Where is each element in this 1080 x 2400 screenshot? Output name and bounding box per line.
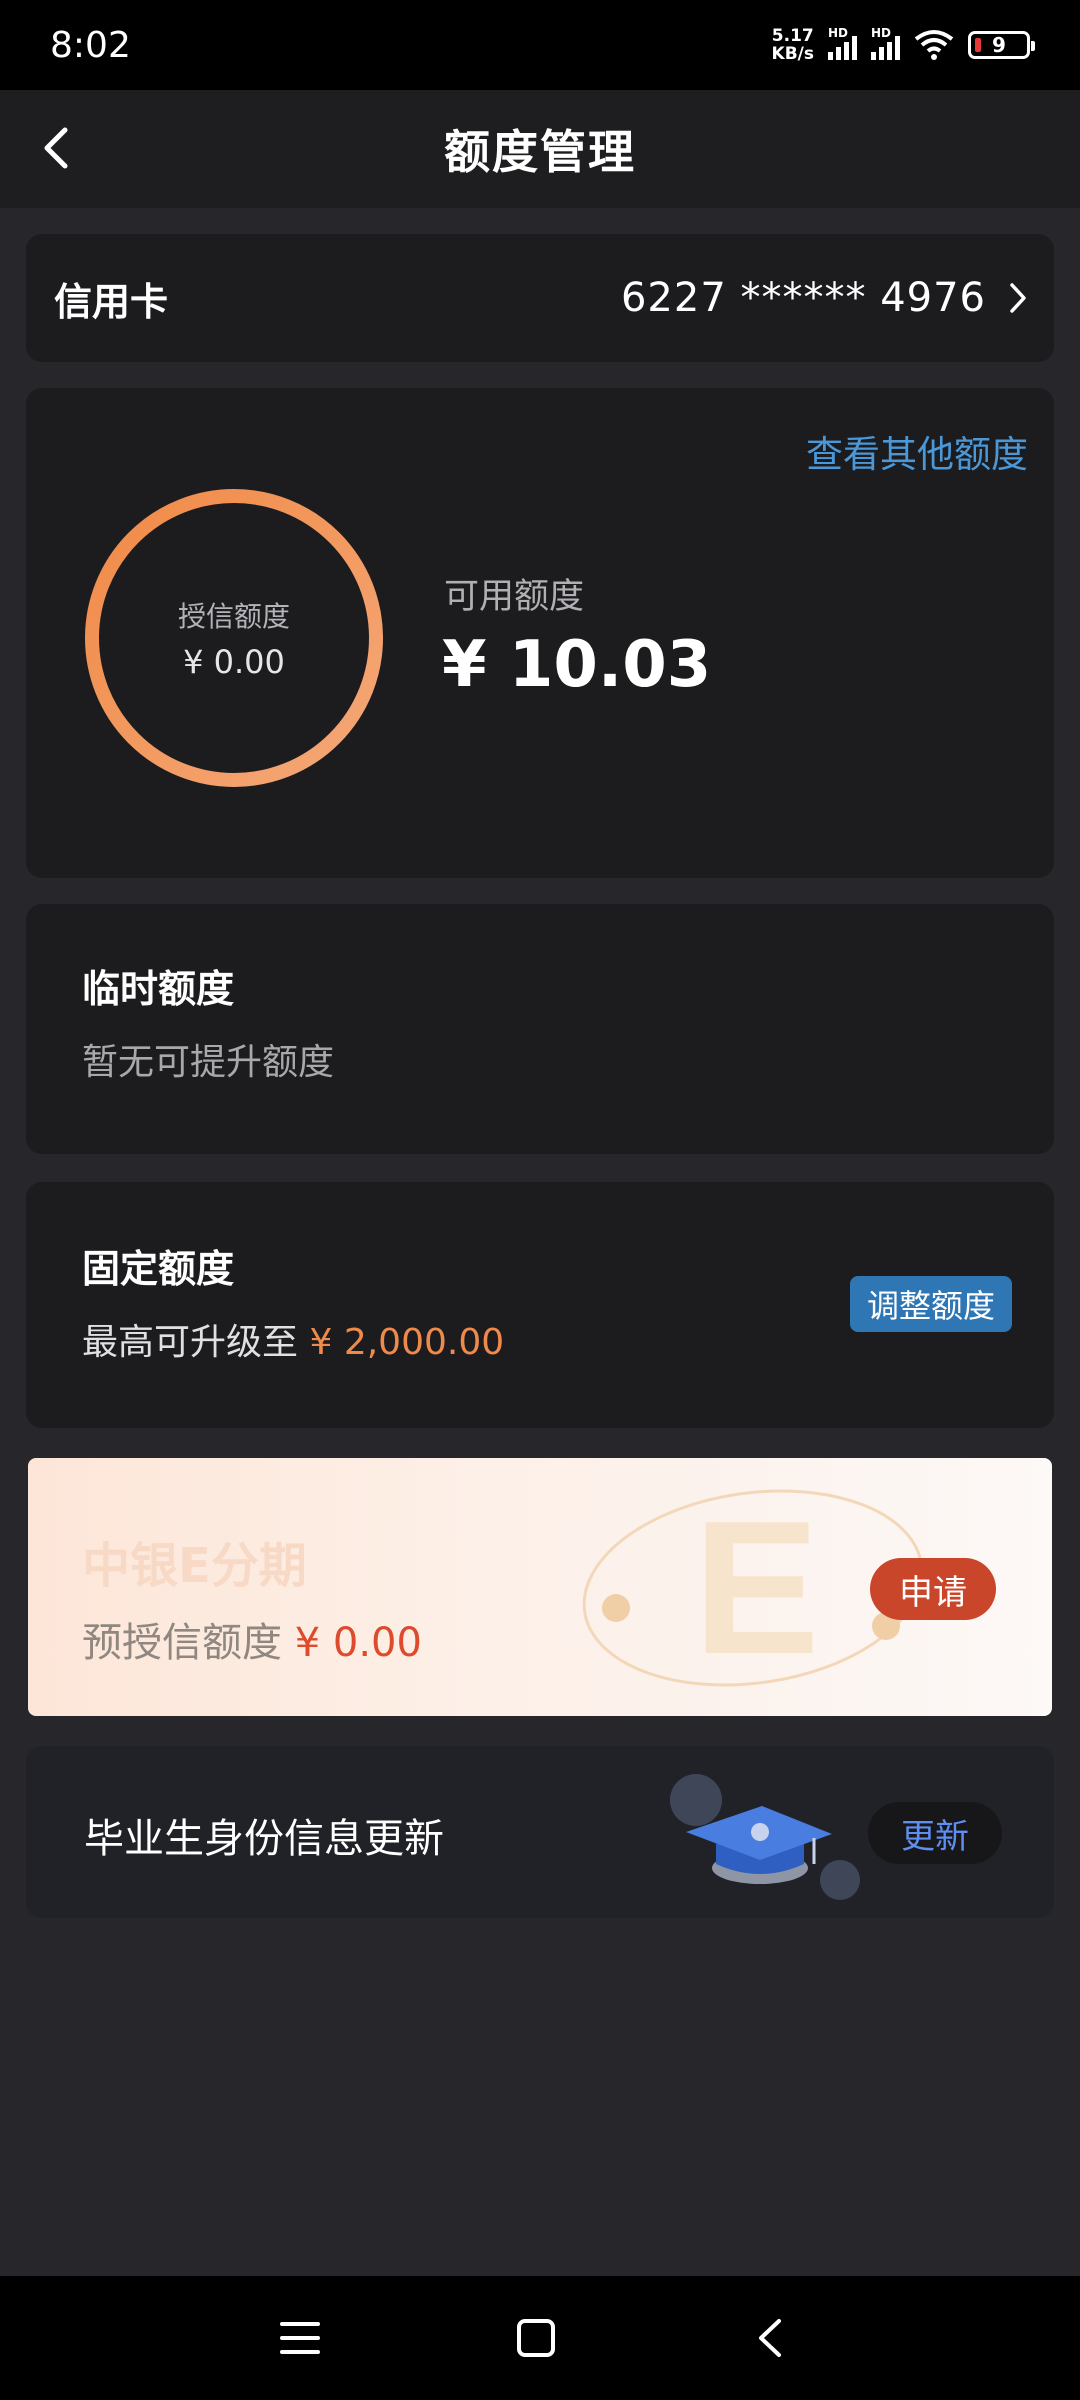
graduate-update-title: 毕业生身份信息更新: [84, 1816, 444, 1862]
svg-text:E: E: [693, 1482, 820, 1694]
chevron-left-icon: [44, 127, 68, 169]
home-button[interactable]: [504, 2306, 568, 2370]
credit-card-selector[interactable]: 信用卡 6227 ****** 4976: [26, 234, 1054, 362]
fixed-limit-card: 固定额度 最高可升级至 ¥ 2,000.00 调整额度: [26, 1182, 1054, 1428]
temporary-limit-card: 临时额度 暂无可提升额度: [26, 904, 1054, 1154]
chevron-right-icon: [1010, 283, 1026, 313]
signal-icon-2: HD: [871, 26, 900, 60]
installment-title: 中银E分期: [82, 1538, 307, 1594]
signal-icon: HD: [828, 26, 857, 60]
back-button[interactable]: [26, 118, 86, 178]
update-button[interactable]: 更新: [868, 1802, 1002, 1864]
menu-icon: [280, 2322, 320, 2354]
card-number: 6227 ****** 4976: [620, 275, 986, 321]
granted-limit-label: 授信额度: [177, 600, 290, 633]
wifi-icon: [914, 29, 954, 61]
back-triangle-icon: [759, 2319, 781, 2357]
network-speed: 5.17 KB/s: [771, 26, 814, 64]
system-navigation-bar: [0, 2276, 1080, 2400]
header-bar: 额度管理: [0, 90, 1080, 208]
status-time: 8:02: [50, 24, 131, 66]
ring-center: 授信额度 ¥ 0.00: [80, 484, 388, 792]
limit-summary-card: 查看其他额度 授信额度 ¥ 0.00 可用额度 ¥ 10.03: [26, 388, 1054, 878]
apply-button[interactable]: 申请: [870, 1558, 996, 1620]
graduation-cap-icon: [670, 1774, 860, 1900]
status-icons: 5.17 KB/s HD HD 9: [771, 26, 1035, 64]
credit-card-label: 信用卡: [54, 279, 169, 324]
page-title: 额度管理: [444, 125, 636, 179]
granted-limit-value: ¥ 0.00: [183, 643, 285, 681]
pre-credit-line: 预授信额度 ¥ 0.00: [82, 1620, 422, 1666]
available-limit-label: 可用额度: [444, 577, 585, 617]
temporary-limit-title: 临时额度: [82, 967, 235, 1011]
system-back-button[interactable]: [738, 2306, 802, 2370]
view-other-limits-link[interactable]: 查看其他额度: [806, 424, 1028, 478]
graduate-update-card[interactable]: 毕业生身份信息更新 更新: [26, 1746, 1054, 1918]
home-square-icon: [517, 2319, 555, 2357]
installment-promo-card[interactable]: E 中银E分期 预授信额度 ¥ 0.00 申请: [28, 1458, 1052, 1716]
max-limit-amount: ¥ 2,000.00: [309, 1322, 505, 1363]
menu-button[interactable]: [268, 2306, 332, 2370]
adjust-limit-button[interactable]: 调整额度: [850, 1276, 1012, 1332]
pre-credit-amount: ¥ 0.00: [294, 1620, 422, 1666]
available-limit-value: ¥ 10.03: [442, 628, 712, 702]
status-bar: 8:02 5.17 KB/s HD HD 9: [0, 0, 1080, 90]
battery-icon: 9: [968, 31, 1035, 59]
temporary-limit-subtitle: 暂无可提升额度: [82, 1042, 335, 1083]
